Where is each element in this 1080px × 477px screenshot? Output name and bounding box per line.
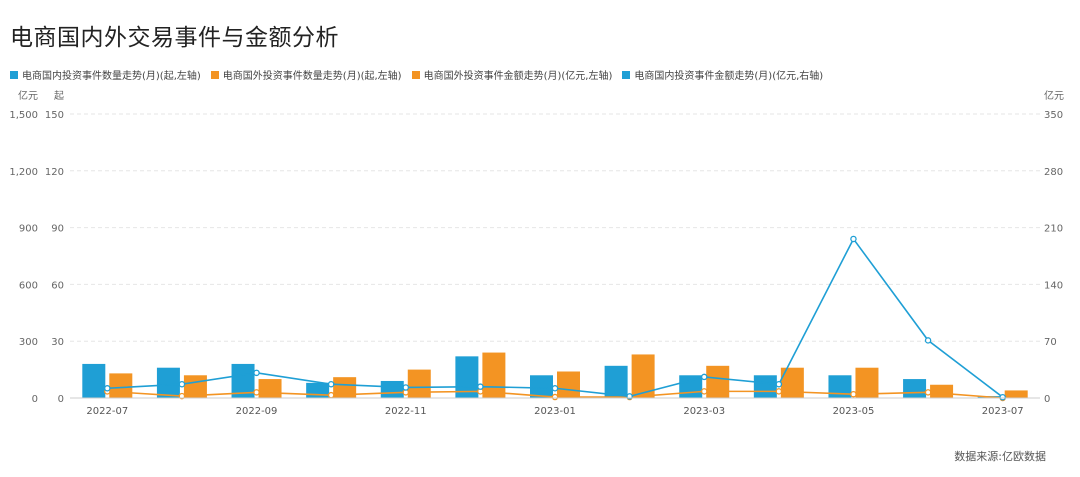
bar-foreign-count bbox=[1004, 390, 1028, 398]
left-axis-amount-tick: 300 bbox=[19, 337, 38, 348]
bar-domestic-count bbox=[903, 379, 927, 398]
bar-domestic-count bbox=[380, 380, 404, 398]
line-foreign-amount-point bbox=[924, 389, 932, 396]
line-foreign-amount-point bbox=[775, 388, 783, 395]
left-axis-count-tick: 90 bbox=[51, 224, 64, 235]
line-foreign-amount-point bbox=[700, 388, 708, 395]
right-axis-tick: 210 bbox=[1044, 224, 1063, 235]
left-axis-amount: 亿元 1,500 1,200 900 600 300 0 bbox=[9, 89, 38, 405]
line-domestic-amount-point bbox=[402, 384, 410, 391]
x-axis-tick-label: 2023-05 bbox=[833, 406, 875, 417]
left-axis-count: 起 150 120 90 60 30 0 bbox=[45, 90, 64, 405]
line-domestic-amount-point bbox=[104, 385, 111, 392]
right-axis-tick: 140 bbox=[1044, 280, 1063, 291]
right-axis-tick: 350 bbox=[1044, 110, 1063, 121]
line-domestic-amount-point bbox=[700, 373, 708, 381]
left-axis-amount-tick: 1,200 bbox=[9, 167, 38, 178]
line-domestic-amount-point bbox=[327, 380, 335, 388]
bar-domestic-count bbox=[604, 365, 628, 398]
grid-lines bbox=[70, 113, 1040, 342]
line-foreign-amount-point bbox=[850, 390, 857, 398]
right-axis-unit: 亿元 bbox=[1044, 89, 1064, 102]
chart-plot: 亿元1,5001,2009006003000 起1501209060300 亿元… bbox=[9, 89, 1064, 417]
left-axis-count-unit: 起 bbox=[54, 90, 64, 102]
left-axis-amount-tick: 900 bbox=[19, 224, 38, 235]
left-axis-count-tick: 150 bbox=[45, 110, 64, 121]
bar-foreign-count bbox=[930, 384, 954, 398]
right-axis-tick: 280 bbox=[1044, 167, 1063, 178]
x-axis: 2022-07 2022-09 2022-11 2023-01 2023-03 2023-… bbox=[70, 397, 1040, 417]
x-axis-tick-label: 2023-07 bbox=[982, 406, 1024, 417]
line-foreign-amount-point bbox=[253, 389, 260, 396]
bar-domestic-count bbox=[753, 375, 777, 398]
line-domestic-amount-point bbox=[850, 235, 857, 243]
line-domestic-amount-point bbox=[477, 383, 484, 390]
left-axis-count-tick: 30 bbox=[51, 337, 64, 348]
right-axis-tick: 70 bbox=[1044, 337, 1057, 348]
data-source: 数据来源:亿欧数据 bbox=[954, 450, 1046, 463]
x-axis-tick-label: 2023-03 bbox=[683, 406, 725, 417]
line-domestic-amount-point bbox=[999, 393, 1006, 401]
bar-domestic-count bbox=[82, 363, 106, 398]
left-axis-count-tick: 60 bbox=[51, 280, 64, 291]
line-domestic-amount-point bbox=[551, 385, 559, 392]
line-domestic-amount-point bbox=[178, 380, 186, 388]
bar-foreign-count bbox=[706, 365, 730, 398]
left-axis-amount-unit: 亿元 bbox=[18, 89, 38, 102]
bar-domestic-count bbox=[530, 375, 553, 398]
x-axis-tick-label: 2023-01 bbox=[534, 406, 576, 417]
left-axis-amount-tick: 0 bbox=[32, 394, 38, 405]
x-axis-tick-label: 2022-11 bbox=[385, 406, 427, 417]
bar-domestic-count bbox=[156, 367, 180, 398]
left-axis-amount-tick: 1,500 bbox=[9, 110, 38, 121]
line-domestic-amount-point bbox=[924, 337, 932, 344]
line-foreign-amount-point bbox=[551, 393, 559, 401]
left-axis-count-tick: 120 bbox=[45, 167, 64, 178]
left-axis-count-tick: 0 bbox=[58, 394, 64, 405]
bar-foreign-count bbox=[109, 373, 133, 398]
right-axis-tick: 0 bbox=[1044, 394, 1050, 405]
bar-foreign-count bbox=[557, 371, 580, 398]
x-axis-tick-label: 2022-07 bbox=[86, 406, 128, 417]
bar-foreign-count bbox=[258, 379, 282, 398]
right-axis: 亿元 350 280 210 140 70 0 bbox=[1044, 89, 1064, 405]
x-axis-tick-label: 2022-09 bbox=[236, 406, 278, 417]
left-axis-amount-tick: 600 bbox=[19, 280, 38, 291]
line-foreign-amount-point bbox=[327, 391, 335, 399]
bar-foreign-count bbox=[407, 369, 431, 398]
line-domestic-amount-point bbox=[775, 380, 783, 388]
line-domestic-amount-point bbox=[253, 369, 260, 377]
